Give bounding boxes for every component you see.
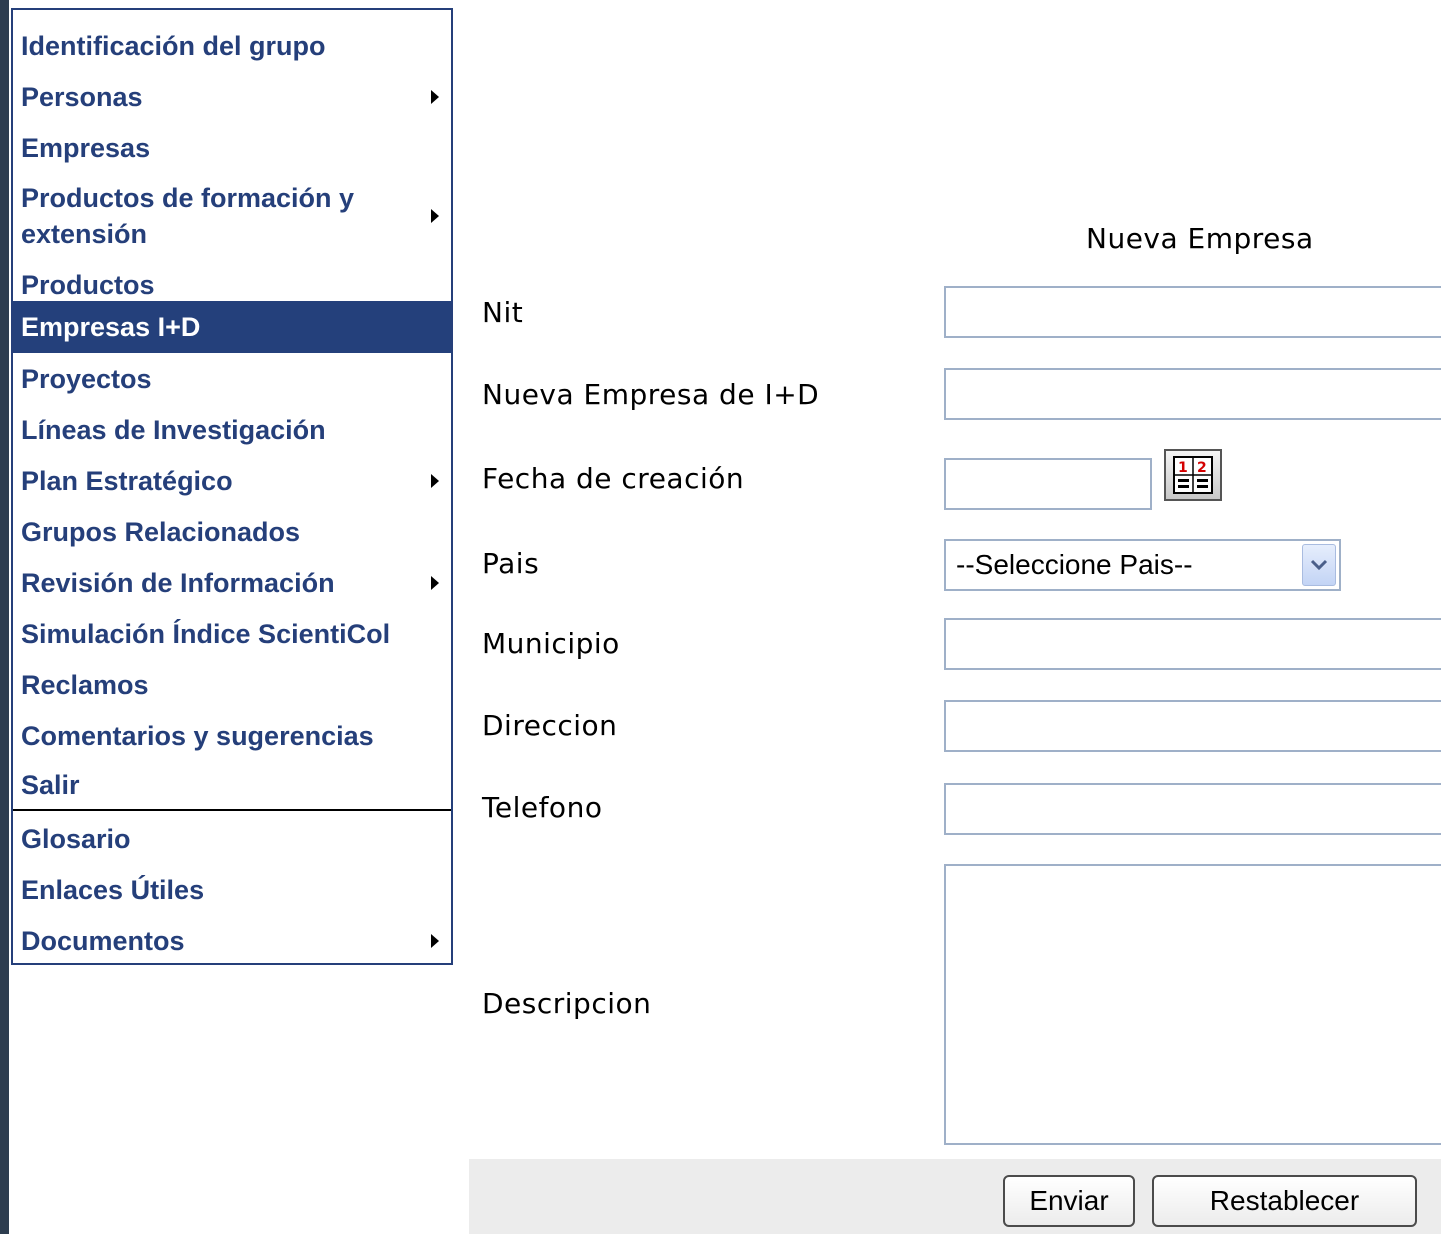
menu-item-label: Enlaces Útiles: [21, 874, 205, 905]
label-fecha: Fecha de creación: [482, 462, 745, 495]
submit-button[interactable]: Enviar: [1003, 1175, 1135, 1227]
menu-item-label: Grupos Relacionados: [21, 516, 301, 547]
menu-divider: [13, 809, 451, 811]
menu-item-glosario[interactable]: Glosario: [13, 813, 451, 864]
svg-text:2: 2: [1197, 460, 1207, 476]
label-direccion: Direccion: [482, 709, 618, 742]
menu-item-empresas-id[interactable]: Empresas I+D: [13, 301, 451, 353]
form-title: Nueva Empresa: [1086, 222, 1314, 255]
pais-selected-value: --Seleccione Pais--: [956, 549, 1193, 580]
menu-item-label: Glosario: [21, 823, 131, 854]
menu-item-label: Productos de formación y extensión: [21, 183, 355, 249]
menu-item-simulacion[interactable]: Simulación Índice ScientiCol: [13, 608, 451, 659]
submenu-arrow-icon: [431, 575, 439, 590]
municipio-field[interactable]: [944, 618, 1441, 670]
menu-item-lineas[interactable]: Líneas de Investigación: [13, 404, 451, 455]
menu-item-salir[interactable]: Salir: [13, 761, 451, 809]
descripcion-textarea[interactable]: [944, 864, 1441, 1145]
menu-item-label: Documentos: [21, 925, 185, 956]
label-municipio: Municipio: [482, 627, 620, 660]
menu-item-label: Empresas: [21, 132, 151, 163]
label-empresa: Nueva Empresa de I+D: [482, 378, 820, 411]
calendar-icon: 1 2: [1173, 456, 1213, 494]
submenu-arrow-icon: [431, 473, 439, 488]
empresa-name-field[interactable]: [944, 368, 1441, 420]
telefono-field[interactable]: [944, 783, 1441, 835]
menu-item-label: Proyectos: [21, 363, 152, 394]
menu-item-revision[interactable]: Revisión de Información: [13, 557, 451, 608]
dropdown-button[interactable]: [1302, 544, 1336, 586]
label-telefono: Telefono: [482, 791, 603, 824]
label-descripcion: Descripcion: [482, 987, 652, 1020]
menu-item-proyectos[interactable]: Proyectos: [13, 353, 451, 404]
menu-item-identificacion[interactable]: Identificación del grupo: [13, 20, 451, 71]
window-edge: [0, 0, 9, 1234]
menu-item-documentos[interactable]: Documentos: [13, 915, 451, 966]
menu-item-enlaces[interactable]: Enlaces Útiles: [13, 864, 451, 915]
pais-select[interactable]: --Seleccione Pais--: [944, 539, 1341, 591]
menu-item-label: Empresas I+D: [21, 312, 201, 342]
menu-item-grupos[interactable]: Grupos Relacionados: [13, 506, 451, 557]
menu-item-label: Productos: [21, 269, 155, 300]
menu-item-plan[interactable]: Plan Estratégico: [13, 455, 451, 506]
menu-item-label: Líneas de Investigación: [21, 414, 326, 445]
submenu-arrow-icon: [431, 209, 439, 223]
chevron-down-icon: [1310, 559, 1328, 571]
menu-item-empresas[interactable]: Empresas: [13, 122, 451, 173]
menu-item-label: Identificación del grupo: [21, 30, 326, 61]
sidebar-menu: Identificación del grupo Personas Empres…: [11, 8, 453, 965]
nit-field[interactable]: [944, 286, 1441, 338]
menu-item-label: Salir: [21, 770, 80, 800]
fecha-field[interactable]: [944, 458, 1152, 510]
menu-item-label: Reclamos: [21, 669, 149, 700]
label-pais: Pais: [482, 547, 540, 580]
calendar-button[interactable]: 1 2: [1164, 449, 1222, 501]
menu-item-label: Plan Estratégico: [21, 465, 233, 496]
label-nit: Nit: [482, 296, 524, 329]
menu-item-comentarios[interactable]: Comentarios y sugerencias: [13, 710, 451, 761]
menu-item-productos-formacion[interactable]: Productos de formación y extensión: [13, 173, 451, 259]
direccion-field[interactable]: [944, 700, 1441, 752]
submenu-arrow-icon: [431, 89, 439, 104]
submenu-arrow-icon: [431, 933, 439, 948]
menu-item-label: Simulación Índice ScientiCol: [21, 618, 391, 649]
menu-item-reclamos[interactable]: Reclamos: [13, 659, 451, 710]
menu-item-label: Personas: [21, 81, 143, 112]
svg-text:1: 1: [1178, 460, 1188, 476]
menu-item-label: Comentarios y sugerencias: [21, 720, 374, 751]
menu-item-personas[interactable]: Personas: [13, 71, 451, 122]
menu-item-label: Revisión de Información: [21, 567, 335, 598]
reset-button[interactable]: Restablecer: [1152, 1175, 1417, 1227]
